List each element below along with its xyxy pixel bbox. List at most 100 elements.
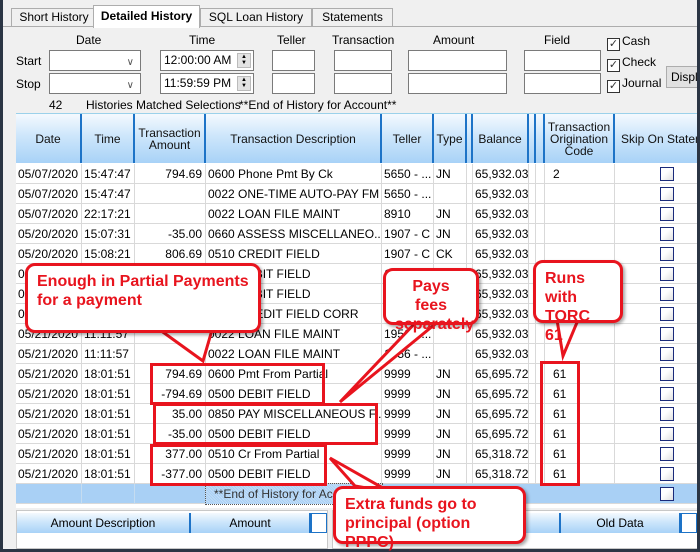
start-teller-input[interactable] (272, 50, 315, 71)
col-teller[interactable]: Teller (382, 114, 434, 163)
skip-checkbox[interactable] (660, 447, 674, 461)
cell (615, 424, 697, 444)
start-field-input[interactable] (524, 50, 601, 71)
cell (615, 444, 697, 464)
stop-time-value: 11:59:59 PM (164, 76, 232, 90)
stop-transaction-input[interactable] (334, 73, 392, 94)
journal-checkbox[interactable]: ✓ Journal (607, 76, 661, 93)
display-button[interactable]: Display (666, 66, 697, 88)
skip-checkbox[interactable] (660, 307, 674, 321)
cash-checkbox[interactable]: ✓ Cash (607, 34, 650, 51)
skip-checkbox[interactable] (660, 387, 674, 401)
cell (615, 184, 697, 204)
stop-amount-input[interactable] (408, 73, 507, 94)
cell-balance: 65,932.03 (473, 224, 529, 244)
cell-torc (545, 204, 615, 224)
cell-desc: 0022 ONE-TIME AUTO-PAY FM (206, 184, 382, 204)
stop-date-combo[interactable]: ∨ (49, 73, 141, 94)
tab-statements[interactable]: Statements (312, 8, 393, 27)
skip-checkbox[interactable] (660, 267, 674, 281)
table-row[interactable]: 05/21/2020 18:01:51 377.00 0510 Cr From Par… (16, 444, 697, 464)
cell (536, 324, 545, 344)
skip-checkbox[interactable] (660, 187, 674, 201)
col-skip-on-statement[interactable]: Skip On Statement (615, 114, 697, 163)
table-row[interactable]: 05/21/2020 18:01:51 -794.69 0500 DEBIT FIEL… (16, 384, 697, 404)
skip-checkbox[interactable] (660, 227, 674, 241)
stop-teller-input[interactable] (272, 73, 315, 94)
col-balance[interactable]: Balance (473, 114, 529, 163)
highlight-payment-box (150, 363, 325, 405)
col-date[interactable]: Date (16, 114, 82, 163)
col-type[interactable]: Type (434, 114, 467, 163)
spinner-icon[interactable]: ▲ ▼ (237, 76, 251, 91)
cell (615, 364, 697, 384)
col-transaction-amount[interactable]: Transaction Amount (135, 114, 206, 163)
spinner-icon[interactable]: ▲ ▼ (237, 53, 251, 68)
col-torc[interactable]: Transaction Origination Code (545, 114, 615, 163)
cell-torc (545, 224, 615, 244)
skip-checkbox[interactable] (660, 367, 674, 381)
callout-pays-fees: Pays fees separately (383, 268, 479, 333)
col-amount[interactable]: Amount (191, 513, 311, 533)
callout-partial-payments: Enough in Partial Payments for a payment (25, 263, 261, 333)
cell-time: 15:07:31 (82, 224, 135, 244)
end-of-history-text: **End of History for Account** (239, 98, 397, 112)
skip-checkbox[interactable] (660, 487, 674, 501)
cell (529, 344, 536, 364)
cell-type: JN (434, 464, 467, 484)
cell (615, 384, 697, 404)
start-transaction-input[interactable] (334, 50, 392, 71)
start-date-combo[interactable]: ∨ (49, 50, 141, 71)
col-amount-description[interactable]: Amount Description (17, 513, 191, 533)
table-row[interactable]: 05/07/2020 15:47:47 0022 ONE-TIME AUTO-PAY… (16, 184, 697, 204)
table-row[interactable]: 05/21/2020 18:01:51 -377.00 0500 DEBIT FIEL… (16, 464, 697, 484)
start-time-input[interactable]: 12:00:00 AM ▲ ▼ (160, 50, 254, 71)
table-row[interactable]: 05/07/2020 15:47:47 794.69 0600 Phone Pmt B… (16, 164, 697, 184)
cell-balance: 65,932.03 (473, 304, 529, 324)
table-row[interactable]: 05/07/2020 22:17:21 0022 LOAN FILE MAINT 89… (16, 204, 697, 224)
cell (529, 244, 536, 264)
cell (615, 324, 697, 344)
skip-checkbox[interactable] (660, 247, 674, 261)
stop-field-input[interactable] (524, 73, 601, 94)
skip-checkbox[interactable] (660, 327, 674, 341)
journal-label: Journal (622, 76, 662, 90)
cell-teller: 8910 (382, 204, 434, 224)
start-amount-input[interactable] (408, 50, 507, 71)
table-row[interactable]: 05/21/2020 18:01:51 794.69 0600 Pmt From Pa… (16, 364, 697, 384)
skip-checkbox[interactable] (660, 347, 674, 361)
tab-short-history[interactable]: Short History (11, 8, 97, 27)
cell-date: 05/07/2020 (16, 184, 82, 204)
stop-time-input[interactable]: 11:59:59 PM ▲ ▼ (160, 73, 254, 94)
col-transaction-description[interactable]: Transaction Description (206, 114, 382, 163)
cell (615, 244, 697, 264)
table-row[interactable]: 05/21/2020 11:11:57 0022 LOAN FILE MAINT 19… (16, 344, 697, 364)
chevron-down-icon[interactable]: ∨ (127, 53, 134, 72)
skip-checkbox[interactable] (660, 167, 674, 181)
cell-date: 05/21/2020 (16, 344, 82, 364)
col-time[interactable]: Time (82, 114, 135, 163)
col-hidden[interactable] (529, 114, 536, 163)
tab-sql-loan-history[interactable]: SQL Loan History (200, 8, 312, 27)
col-hidden[interactable] (536, 114, 545, 163)
col-blank[interactable] (681, 513, 697, 533)
cell-balance: 65,932.03 (473, 264, 529, 284)
skip-checkbox[interactable] (660, 207, 674, 221)
cell-time: 18:01:51 (82, 364, 135, 384)
table-row[interactable]: 05/20/2020 15:07:31 -35.00 0660 ASSESS MISC… (16, 224, 697, 244)
tab-detailed-history[interactable]: Detailed History (93, 5, 200, 28)
cell-date: 05/07/2020 (16, 164, 82, 184)
check-checkbox[interactable]: ✓ Check (607, 55, 656, 72)
skip-checkbox[interactable] (660, 467, 674, 481)
skip-checkbox[interactable] (660, 427, 674, 441)
cell-teller: 9999 (382, 384, 434, 404)
col-old-data[interactable]: Old Data (561, 513, 681, 533)
cell (529, 444, 536, 464)
cell-time: 15:08:21 (82, 244, 135, 264)
cell-type: JN (434, 204, 467, 224)
skip-checkbox[interactable] (660, 407, 674, 421)
skip-checkbox[interactable] (660, 287, 674, 301)
col-blank[interactable] (311, 513, 327, 533)
chevron-down-icon[interactable]: ∨ (127, 76, 134, 95)
match-count: 42 (49, 98, 63, 112)
